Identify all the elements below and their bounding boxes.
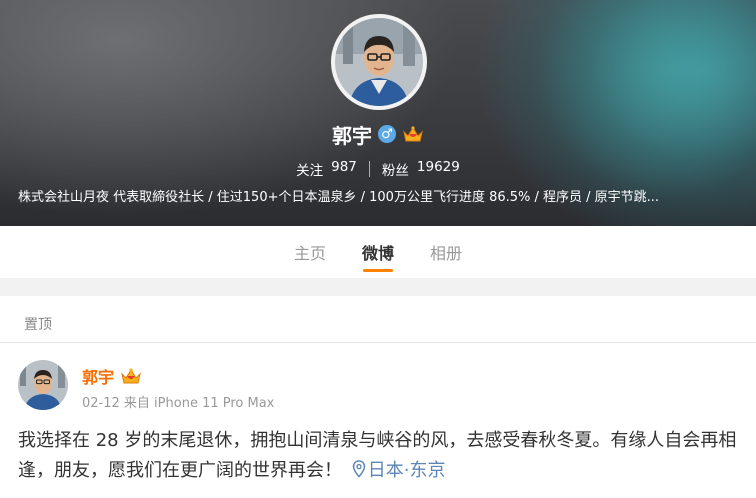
pinned-post-card: 置顶 郭宇 02-12 来自 iPhone 11 Pro Max 我选择在 28… xyxy=(0,296,756,498)
post-author-row: 郭宇 xyxy=(82,364,142,388)
vip-crown-icon[interactable] xyxy=(402,124,424,144)
post-location-text: 日本·东京 xyxy=(367,460,446,481)
post-author-name[interactable]: 郭宇 xyxy=(82,364,114,388)
followers-count: 19629 xyxy=(416,159,460,175)
post-avatar-image xyxy=(18,360,68,410)
following-label: 关注 xyxy=(296,163,324,179)
location-pin-icon xyxy=(352,460,365,478)
post-author-avatar[interactable] xyxy=(18,360,68,410)
tab-album[interactable]: 相册 xyxy=(428,226,464,278)
profile-avatar-image xyxy=(335,18,423,106)
profile-cover: 郭宇 ♂ 关注 987 粉丝 19629 株式会社山月夜 代表取締役社长 / 住… xyxy=(0,0,756,226)
post-date: 02-12 xyxy=(82,396,120,411)
following-count: 987 xyxy=(331,159,357,175)
post-source: 来自 iPhone 11 Pro Max xyxy=(123,396,275,411)
following-stat[interactable]: 关注 987 xyxy=(296,159,357,179)
post-text: 我选择在 28 岁的末尾退休，拥抱山间清泉与峡谷的风，去感受春秋冬夏。有缘人自会… xyxy=(18,426,748,486)
profile-name: 郭宇 xyxy=(332,123,372,148)
followers-label: 粉丝 xyxy=(381,163,409,179)
stats-divider xyxy=(368,161,370,177)
profile-name-row: 郭宇 ♂ xyxy=(0,120,756,148)
post-meta: 02-12 来自 iPhone 11 Pro Max xyxy=(82,392,274,411)
profile-stats: 关注 987 粉丝 19629 xyxy=(0,158,756,180)
tab-weibo[interactable]: 微博 xyxy=(360,226,396,278)
profile-avatar[interactable] xyxy=(331,14,427,110)
post-location[interactable]: 日本·东京 xyxy=(348,460,446,481)
male-icon: ♂ xyxy=(378,125,396,143)
divider xyxy=(0,342,756,343)
vip-crown-icon[interactable] xyxy=(120,366,142,386)
profile-tabs: 主页 微博 相册 xyxy=(0,226,756,278)
followers-stat[interactable]: 粉丝 19629 xyxy=(382,159,460,179)
profile-bio: 株式会社山月夜 代表取締役社长 / 住过150+个日本温泉乡 / 100万公里飞… xyxy=(18,190,660,205)
pinned-label: 置顶 xyxy=(24,317,52,333)
tab-home[interactable]: 主页 xyxy=(292,226,328,278)
